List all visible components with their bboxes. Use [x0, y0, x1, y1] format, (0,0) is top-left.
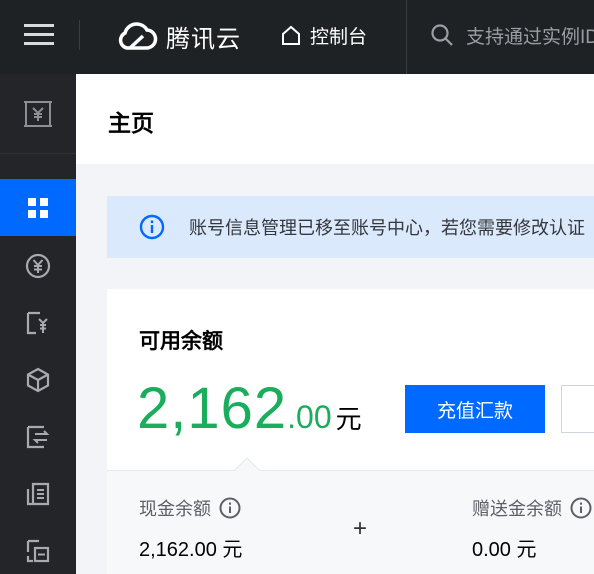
- info-tooltip-icon[interactable]: [570, 497, 592, 519]
- info-icon: [139, 214, 165, 240]
- cash-balance-label-group: 现金余额: [139, 495, 241, 521]
- console-home-link[interactable]: 控制台: [280, 18, 367, 52]
- resource-package-icon: [26, 539, 50, 562]
- notice-text: 账号信息管理已移至账号中心，若您需要修改认证: [189, 218, 585, 238]
- transfer-document-icon: [26, 425, 50, 448]
- pointer-arrow: [234, 457, 260, 471]
- top-navigation-bar: 腾讯云 控制台 支持通过实例ID: [0, 0, 594, 74]
- cube-icon: [26, 367, 50, 392]
- sidebar-item-transfer[interactable]: [0, 408, 76, 465]
- cloud-logo-icon: [118, 22, 158, 50]
- search-icon: [431, 24, 453, 46]
- overview-grid-icon: [28, 197, 48, 218]
- sidebar-item-package[interactable]: [0, 522, 76, 574]
- plus-sign: +: [353, 515, 368, 542]
- cash-balance-label: 现金余额: [139, 499, 211, 519]
- balance-integer: 2,162: [137, 376, 288, 441]
- gift-balance-value: 0.00 元: [472, 539, 537, 561]
- secondary-action-button[interactable]: [561, 385, 594, 433]
- sidebar-item-contract[interactable]: [0, 465, 76, 522]
- info-tooltip-icon[interactable]: [219, 497, 241, 519]
- contract-document-icon: [26, 482, 50, 505]
- available-balance-title: 可用余额: [139, 330, 223, 353]
- brand-name: 腾讯云: [166, 25, 241, 53]
- info-notice-banner: 账号信息管理已移至账号中心，若您需要修改认证: [107, 196, 594, 258]
- cash-balance-value: 2,162.00 元: [139, 539, 243, 561]
- page-header: 主页: [76, 74, 594, 164]
- menu-icon[interactable]: [24, 22, 54, 48]
- invoice-yuan-icon: [26, 311, 48, 334]
- recharge-button[interactable]: 充值汇款: [405, 385, 545, 433]
- divider: [79, 20, 80, 50]
- console-label: 控制台: [310, 26, 368, 48]
- balance-decimal: .00: [287, 399, 332, 435]
- finance-center-icon: [24, 100, 52, 127]
- home-icon: [282, 25, 300, 45]
- gift-balance-label: 赠送金余额: [472, 499, 562, 519]
- search-placeholder: 支持通过实例ID: [466, 26, 594, 48]
- sidebar-item-invoice[interactable]: [0, 294, 76, 351]
- global-search-input[interactable]: 支持通过实例ID: [430, 18, 594, 52]
- sidebar-item-billing[interactable]: [0, 237, 76, 294]
- sidebar-item-overview[interactable]: [0, 179, 76, 236]
- balance-card: 可用余额 2,162 .00 元 充值汇款 现金余额 2,162.00 元 + …: [107, 289, 594, 574]
- balance-breakdown-panel: 现金余额 2,162.00 元 + 赠送金余额 0.00 元: [107, 470, 594, 574]
- available-balance-amount: 2,162 .00 元: [137, 375, 362, 442]
- page-title: 主页: [108, 110, 154, 136]
- sidebar-item-resources[interactable]: [0, 351, 76, 408]
- balance-unit: 元: [335, 404, 362, 434]
- divider: [406, 0, 407, 74]
- sidebar: [0, 74, 76, 574]
- yuan-circle-icon: [25, 253, 51, 278]
- gift-balance-label-group: 赠送金余额: [472, 495, 592, 521]
- brand-logo[interactable]: 腾讯云: [116, 16, 241, 56]
- sidebar-header[interactable]: [0, 74, 76, 154]
